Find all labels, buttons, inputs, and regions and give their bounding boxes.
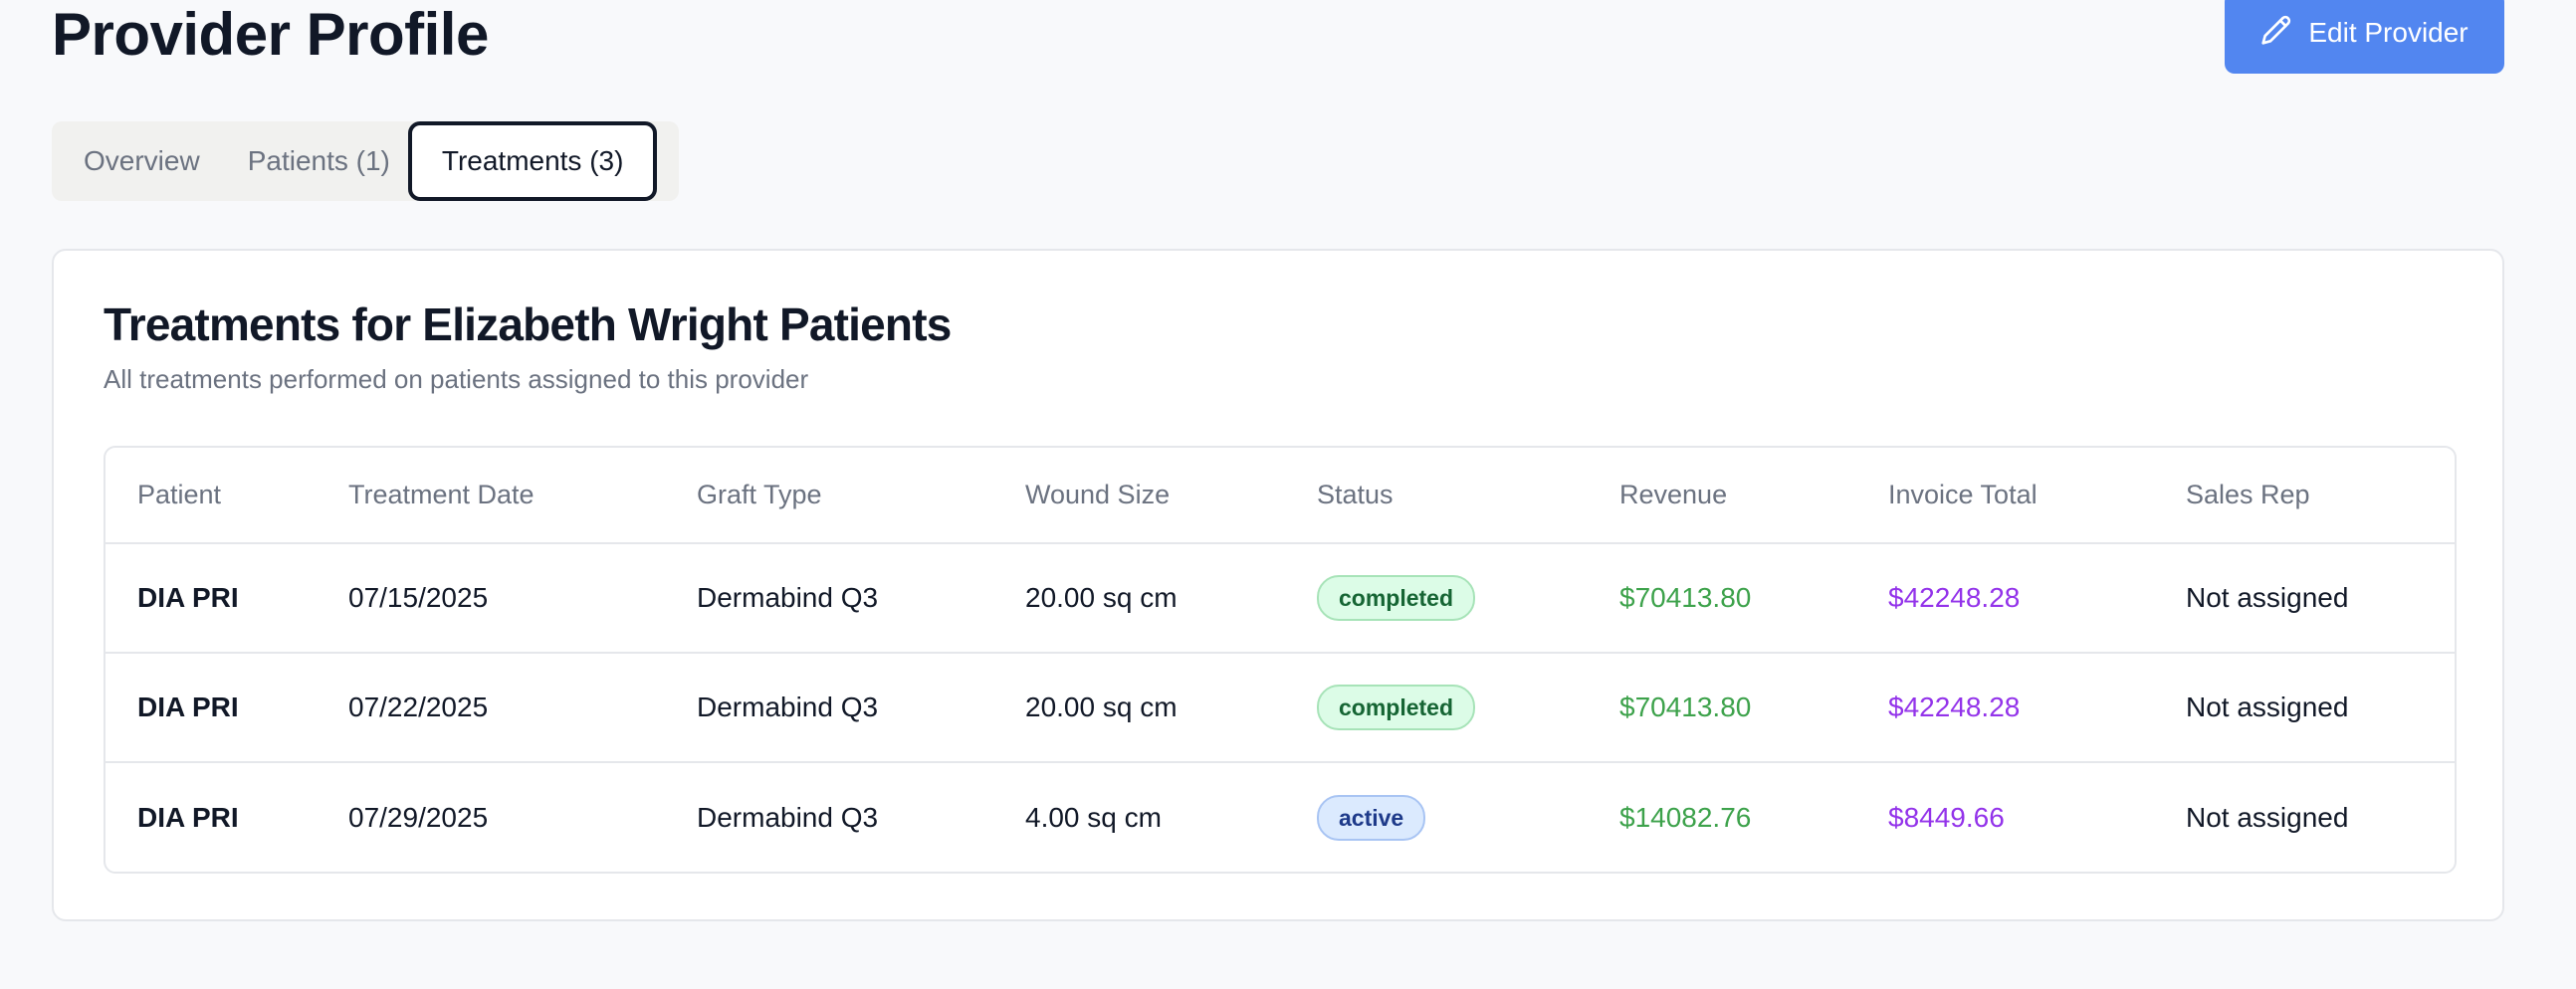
- column-header-graft-type[interactable]: Graft Type: [665, 448, 993, 544]
- pencil-icon: [2260, 14, 2292, 53]
- cell-revenue: $14082.76: [1619, 801, 1752, 833]
- cell-status: active: [1285, 762, 1588, 872]
- edit-provider-button[interactable]: Edit Provider: [2225, 0, 2504, 74]
- cell-wound-size: 20.00 sq cm: [993, 653, 1285, 763]
- cell-sales-rep: Not assigned: [2186, 801, 2349, 833]
- tab-overview[interactable]: Overview: [52, 121, 232, 201]
- cell-patient: DIA PRI: [106, 543, 317, 654]
- tab-treatments[interactable]: Treatments (3): [407, 121, 658, 201]
- cell-treatment-date: 07/29/2025: [348, 801, 489, 833]
- status-badge: completed: [1317, 575, 1476, 621]
- cell-invoice-total: $42248.28: [1856, 653, 2154, 763]
- column-header-status[interactable]: Status: [1285, 448, 1588, 544]
- cell-status: completed: [1285, 653, 1588, 763]
- cell-wound-size: 20.00 sq cm: [993, 543, 1285, 654]
- card-subtitle: All treatments performed on patients ass…: [104, 364, 809, 394]
- treatments-card: Treatments for Elizabeth Wright Patients…: [52, 249, 2504, 921]
- table-row[interactable]: DIA PRI 07/22/2025 Dermabind Q3 20.00 sq…: [106, 653, 2455, 763]
- cell-revenue: $70413.80: [1588, 653, 1856, 763]
- cell-graft-type: Dermabind Q3: [665, 543, 993, 654]
- cell-graft-type: Dermabind Q3: [665, 653, 993, 763]
- column-header-patient[interactable]: Patient: [106, 448, 317, 544]
- cell-patient: DIA PRI: [137, 801, 239, 833]
- status-badge: active: [1317, 794, 1426, 841]
- cell-treatment-date: 07/22/2025: [317, 653, 665, 763]
- cell-revenue: $70413.80: [1588, 543, 1856, 654]
- column-header-revenue[interactable]: Revenue: [1588, 448, 1856, 544]
- column-header-wound-size[interactable]: Wound Size: [993, 448, 1285, 544]
- column-header-sales-rep[interactable]: Sales Rep: [2154, 448, 2455, 544]
- edit-provider-label: Edit Provider: [2308, 17, 2469, 48]
- cell-sales-rep: Not assigned: [2154, 653, 2455, 763]
- table-header-row: Patient Treatment Date Graft Type Wound …: [106, 448, 2455, 544]
- cell-wound-size: 4.00 sq cm: [1025, 801, 1162, 833]
- tab-patients[interactable]: Patients (1): [232, 121, 406, 201]
- cell-status: completed: [1285, 543, 1588, 654]
- status-badge: completed: [1317, 685, 1476, 730]
- cell-invoice-total: $8449.66: [1888, 801, 2005, 833]
- cell-treatment-date: 07/15/2025: [317, 543, 665, 654]
- table-row[interactable]: DIA PRI 07/29/2025 Dermabind Q3 4.00 sq …: [106, 762, 2455, 872]
- column-header-treatment-date[interactable]: Treatment Date: [317, 448, 665, 544]
- cell-patient: DIA PRI: [106, 653, 317, 763]
- page-title: Provider Profile: [52, 1, 489, 68]
- tab-list: Overview Patients (1) Treatments (3): [52, 121, 679, 201]
- cell-invoice-total: $42248.28: [1856, 543, 2154, 654]
- table-row[interactable]: DIA PRI 07/15/2025 Dermabind Q3 20.00 sq…: [106, 543, 2455, 654]
- card-title: Treatments for Elizabeth Wright Patients: [104, 298, 952, 350]
- treatments-table: Patient Treatment Date Graft Type Wound …: [104, 446, 2457, 874]
- cell-graft-type: Dermabind Q3: [697, 801, 879, 833]
- provider-profile-page: Provider Profile Edit Provider Overview …: [0, 0, 2576, 989]
- cell-sales-rep: Not assigned: [2154, 543, 2455, 654]
- column-header-invoice-total[interactable]: Invoice Total: [1856, 448, 2154, 544]
